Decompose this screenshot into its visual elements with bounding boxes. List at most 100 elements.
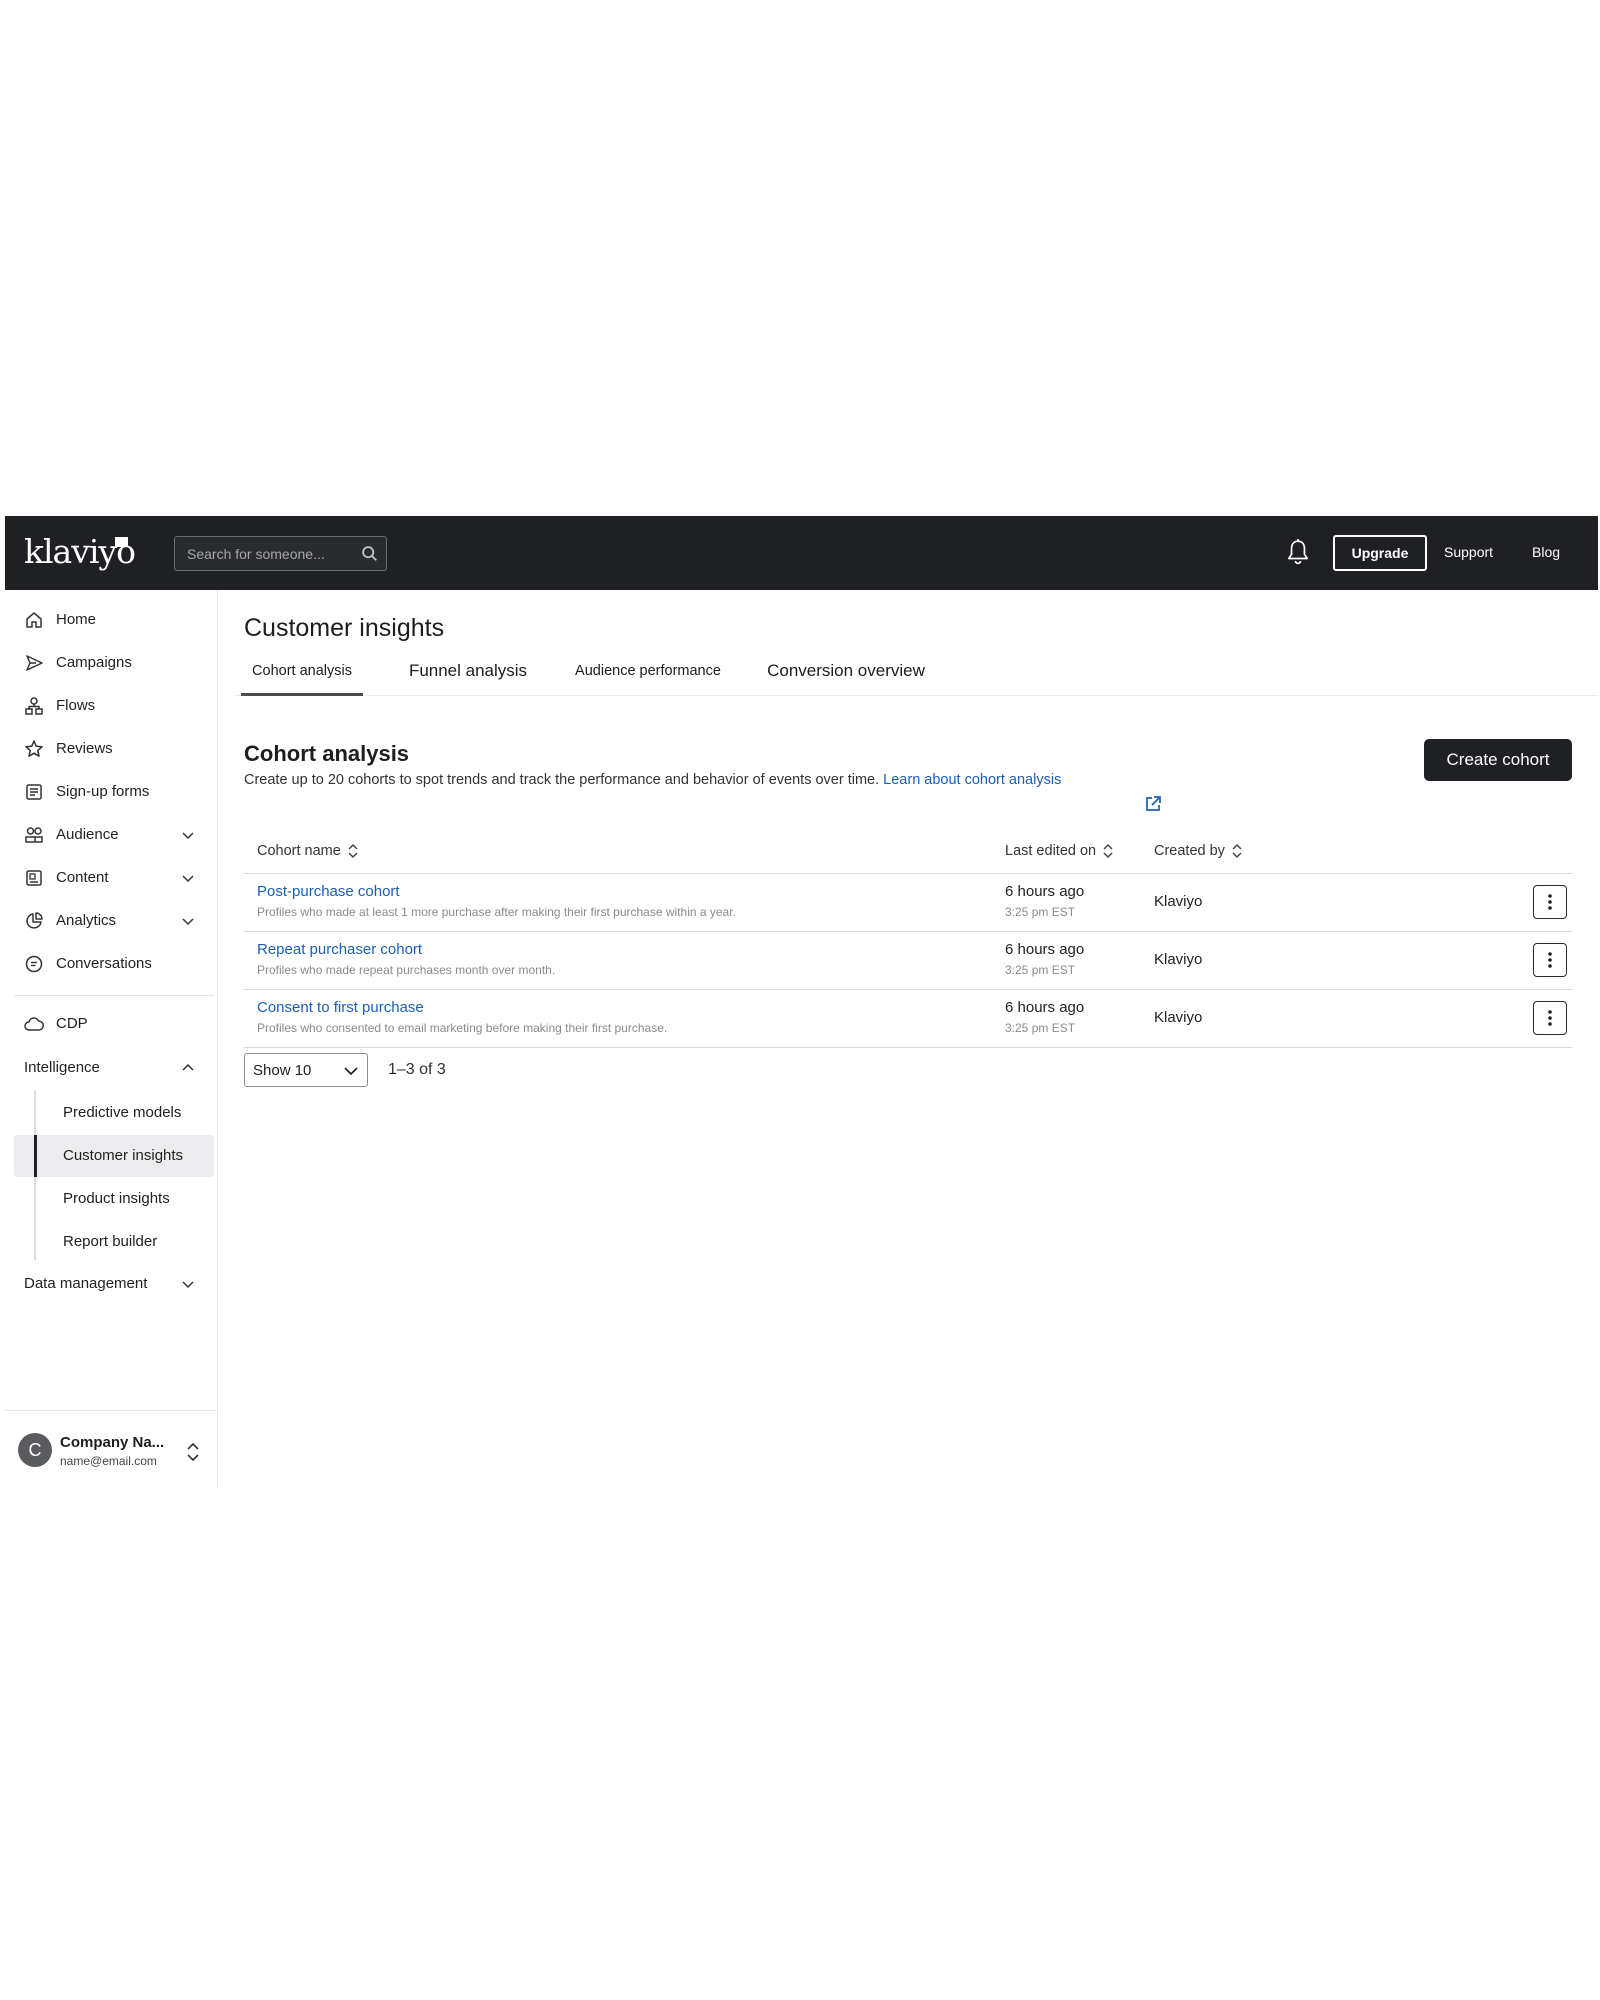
column-header-created-by[interactable]: Created by [1154,842,1243,860]
search-icon[interactable] [361,545,378,562]
sidebar-item-home[interactable]: Home [5,600,215,640]
last-edited: 6 hours ago [1005,999,1085,1016]
last-edited: 6 hours ago [1005,941,1085,958]
cohort-name-link[interactable]: Post-purchase cohort [257,883,400,901]
cloud-icon [24,1017,44,1031]
learn-about-cohort-link[interactable]: Learn about cohort analysis [883,772,1061,788]
sort-icon[interactable] [1102,843,1114,859]
sidebar-item-reviews[interactable]: Reviews [5,729,215,769]
account-email: name@email.com [60,1454,157,1468]
column-label: Cohort name [257,843,341,859]
account-switcher[interactable]: C Company Na... name@email.com [5,1410,218,1488]
sidebar-item-audience[interactable]: Audience [5,815,215,855]
blog-link[interactable]: Blog [1532,542,1560,562]
sidebar-item-label: Product insights [63,1190,170,1207]
external-link-icon[interactable] [1144,795,1162,813]
section-title: Cohort analysis [244,741,410,766]
chevron-up-down-icon[interactable] [185,1441,201,1463]
sidebar-item-label: Conversations [56,955,152,972]
sidebar-item-label: Report builder [63,1233,158,1250]
cohort-name-link[interactable]: Consent to first purchase [257,999,424,1017]
table-row: Consent to first purchase Profiles who c… [244,990,1572,1048]
tab-funnel-analysis[interactable]: Funnel analysis [393,646,543,696]
chevron-up-icon[interactable] [180,1060,196,1076]
sidebar-item-label: Audience [56,826,119,843]
sidebar-item-customer-insights[interactable]: Customer insights [14,1135,214,1177]
top-bar: klaviyo Upgrade Support Blog [5,516,1598,590]
table-header: Cohort name Last edited on Created by [244,826,1572,874]
created-by: Klaviyo [1154,951,1203,968]
more-vertical-icon [1548,894,1552,910]
home-icon [26,612,42,628]
column-header-last-edited[interactable]: Last edited on [1005,842,1114,860]
sidebar: Home Campaigns Flows Reviews Sign-up for… [5,590,218,1488]
cohort-description: Profiles who consented to email marketin… [257,1021,668,1035]
sidebar-item-product-insights[interactable]: Product insights [14,1178,214,1220]
table-row: Post-purchase cohort Profiles who made a… [244,874,1572,932]
search-box[interactable] [174,536,387,571]
sidebar-item-label: Reviews [56,740,113,757]
send-icon [26,655,43,671]
sidebar-item-cdp[interactable]: CDP [5,1004,215,1044]
sidebar-section-data-management[interactable]: Data management [5,1264,215,1304]
row-actions-button[interactable] [1533,885,1567,919]
page-title: Customer insights [244,614,445,642]
star-icon [25,740,43,757]
sidebar-item-label: Campaigns [56,654,132,671]
row-actions-button[interactable] [1533,1001,1567,1035]
last-edited-time: 3:25 pm EST [1005,905,1076,919]
app-window: klaviyo Upgrade Support Blog Home Campai… [5,516,1598,1488]
search-input[interactable] [175,537,355,570]
sidebar-item-label: Analytics [56,912,117,929]
account-name: Company Na... [60,1434,165,1451]
sort-icon[interactable] [347,843,359,859]
chevron-down-icon[interactable] [180,827,196,843]
sidebar-item-predictive-models[interactable]: Predictive models [14,1092,214,1134]
sidebar-item-analytics[interactable]: Analytics [5,901,215,941]
chat-icon [25,955,43,973]
sidebar-item-campaigns[interactable]: Campaigns [5,643,215,683]
bell-icon[interactable] [1285,538,1311,566]
sidebar-section-intelligence[interactable]: Intelligence [5,1048,215,1088]
section-description-text: Create up to 20 cohorts to spot trends a… [244,772,880,788]
chevron-down-icon[interactable] [180,870,196,886]
page-size-select[interactable]: Show 10 [244,1053,368,1087]
upgrade-button[interactable]: Upgrade [1333,535,1427,571]
avatar: C [18,1433,52,1467]
intelligence-label: Intelligence [24,1059,100,1076]
column-label: Last edited on [1005,843,1097,859]
row-actions-button[interactable] [1533,943,1567,977]
more-vertical-icon [1548,952,1552,968]
table-row: Repeat purchaser cohort Profiles who mad… [244,932,1572,990]
sidebar-item-report-builder[interactable]: Report builder [14,1221,214,1263]
page-size-value: Show 10 [253,1062,312,1079]
sort-icon[interactable] [1231,843,1243,859]
support-link[interactable]: Support [1444,542,1493,562]
content-icon [26,870,42,886]
sidebar-item-label: Flows [56,697,96,714]
section-description: Create up to 20 cohorts to spot trends a… [244,770,1061,790]
chevron-down-icon[interactable] [180,1276,196,1292]
tab-cohort-analysis[interactable]: Cohort analysis [241,646,363,696]
last-edited-time: 3:25 pm EST [1005,963,1076,977]
tab-conversion-overview[interactable]: Conversion overview [754,646,938,696]
sidebar-item-signup-forms[interactable]: Sign-up forms [5,772,215,812]
tab-audience-performance[interactable]: Audience performance [560,646,736,696]
column-header-cohort-name[interactable]: Cohort name [257,842,359,860]
last-edited-time: 3:25 pm EST [1005,1021,1076,1035]
sidebar-item-flows[interactable]: Flows [5,686,215,726]
sidebar-item-content[interactable]: Content [5,858,215,898]
sidebar-item-label: Sign-up forms [56,783,150,800]
more-vertical-icon [1548,1010,1552,1026]
create-cohort-button[interactable]: Create cohort [1424,739,1572,781]
cohort-name-link[interactable]: Repeat purchaser cohort [257,941,422,959]
data-management-label: Data management [24,1275,148,1292]
chevron-down-icon [344,1067,358,1076]
chevron-down-icon[interactable] [180,913,196,929]
pagination: Show 10 1–3 of 3 [244,1053,644,1089]
column-label: Created by [1154,843,1225,859]
sidebar-item-conversations[interactable]: Conversations [5,944,215,984]
sidebar-item-label: Content [56,869,109,886]
audience-icon [25,827,43,843]
sidebar-item-label: Home [56,611,97,628]
